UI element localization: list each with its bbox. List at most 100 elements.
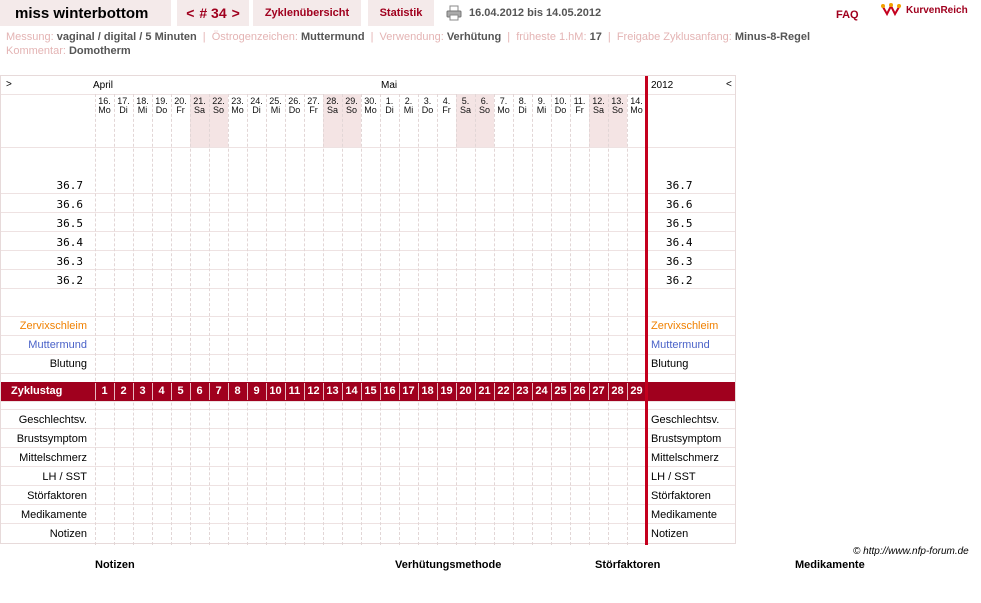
grid-row-line [1,193,735,194]
cycle-day-number[interactable]: 29 [627,385,646,397]
grid-day-line [247,94,248,545]
day-column-header[interactable]: 3. Do [418,97,437,115]
day-column-header[interactable]: 5. Sa [456,97,475,115]
previous-cycle-button[interactable]: < [186,5,194,21]
cycle-day-number[interactable]: 6 [190,385,209,397]
grid-day-line [494,94,495,545]
tab-cycle-overview[interactable]: Zyklenübersicht [253,0,361,26]
day-column-header[interactable]: 2. Mi [399,97,418,115]
tab-statistics[interactable]: Statistik [368,0,434,26]
day-column-header[interactable]: 29. So [342,97,361,115]
row-label-lh-test-right: LH / SST [651,471,696,483]
day-column-header[interactable]: 30. Mo [361,97,380,115]
faq-link[interactable]: FAQ [836,9,859,21]
cycle-day-number[interactable]: 11 [285,385,304,397]
cycle-day-number[interactable]: 17 [399,385,418,397]
cycle-day-number[interactable]: 21 [475,385,494,397]
day-column-header[interactable]: 28. Sa [323,97,342,115]
grid-row-line [1,447,735,448]
cycle-day-number[interactable]: 3 [133,385,152,397]
scroll-left-arrow[interactable]: > [6,79,12,90]
current-day-marker [645,76,648,545]
cycle-day-number[interactable]: 12 [304,385,323,397]
grid-day-line [513,94,514,545]
day-column-header[interactable]: 12. Sa [589,97,608,115]
scroll-right-arrow[interactable]: < [726,79,732,90]
separator: | [507,31,511,43]
day-weekday: Fr [575,105,584,115]
day-column-header[interactable]: 21. Sa [190,97,209,115]
cycle-day-number[interactable]: 14 [342,385,361,397]
grid-day-line [437,94,438,545]
day-weekday: Mo [231,105,244,115]
cycle-day-number[interactable]: 15 [361,385,380,397]
day-column-header[interactable]: 16. Mo [95,97,114,115]
day-column-header[interactable]: 20. Fr [171,97,190,115]
logo-text[interactable]: KurvenReich [906,5,968,16]
day-column-header[interactable]: 14. Mo [627,97,646,115]
cycle-day-number[interactable]: 16 [380,385,399,397]
day-column-header[interactable]: 9. Mi [532,97,551,115]
day-column-header[interactable]: 18. Mi [133,97,152,115]
cycle-day-number[interactable]: 10 [266,385,285,397]
cycle-day-number[interactable]: 2 [114,385,133,397]
row-label-disturbances: Störfaktoren [27,490,87,502]
day-column-header[interactable]: 6. So [475,97,494,115]
next-cycle-button[interactable]: > [232,5,240,21]
day-column-header[interactable]: 13. So [608,97,627,115]
cycle-day-number[interactable]: 13 [323,385,342,397]
cycle-day-number[interactable]: 8 [228,385,247,397]
day-column-header[interactable]: 4. Fr [437,97,456,115]
day-column-header[interactable]: 19. Do [152,97,171,115]
grid-day-line [475,94,476,545]
grid-day-line [551,94,552,545]
day-column-header[interactable]: 27. Fr [304,97,323,115]
day-weekday: Sa [592,105,604,115]
cycle-day-number[interactable]: 27 [589,385,608,397]
cycle-day-number[interactable]: 26 [570,385,589,397]
cycle-day-number[interactable]: 22 [494,385,513,397]
cycle-day-number[interactable]: 20 [456,385,475,397]
cycle-day-number[interactable]: 25 [551,385,570,397]
cycle-day-number[interactable]: 1 [95,385,114,397]
cycle-day-number[interactable]: 4 [152,385,171,397]
grid-row-line [1,94,735,95]
day-column-header[interactable]: 10. Do [551,97,570,115]
grid-row-line [1,523,735,524]
cycle-day-number[interactable]: 5 [171,385,190,397]
day-column-header[interactable]: 7. Mo [494,97,513,115]
grid-day-line [418,94,419,545]
cycle-number: # 34 [199,5,227,21]
temp-label-right: 36.6 [666,198,693,211]
legend-medication: Medikamente [795,559,865,571]
day-column-header[interactable]: 23. Mo [228,97,247,115]
day-column-header[interactable]: 8. Di [513,97,532,115]
month-label-may: Mai [381,80,398,91]
grid-row-line [1,335,735,336]
cycle-day-number[interactable]: 18 [418,385,437,397]
cycle-day-number[interactable]: 19 [437,385,456,397]
crown-logo-icon[interactable] [881,2,901,18]
cycle-day-number[interactable]: 24 [532,385,551,397]
day-weekday: So [611,105,623,115]
day-column-header[interactable]: 25. Mi [266,97,285,115]
printer-icon[interactable] [446,5,462,21]
cycle-day-number[interactable]: 7 [209,385,228,397]
day-column-header[interactable]: 26. Do [285,97,304,115]
row-label-cervix: Muttermund [28,339,87,351]
cycle-day-number[interactable]: 28 [608,385,627,397]
legend-disturbances: Störfaktoren [595,559,661,571]
grid-row-line [1,373,735,374]
cycle-day-number[interactable]: 9 [247,385,266,397]
day-column-header[interactable]: 24. Di [247,97,266,115]
day-column-header[interactable]: 11. Fr [570,97,589,115]
temp-label-left: 36.7 [56,179,84,192]
day-column-header[interactable]: 22. So [209,97,228,115]
day-column-header[interactable]: 17. Di [114,97,133,115]
usage-label: Verwendung: [379,31,444,43]
cycle-day-number[interactable]: 23 [513,385,532,397]
cycle-start-release-value: Minus-8-Regel [734,31,811,43]
day-weekday: Sa [193,105,205,115]
day-column-header[interactable]: 1. Di [380,97,399,115]
day-weekday: Mo [497,105,510,115]
